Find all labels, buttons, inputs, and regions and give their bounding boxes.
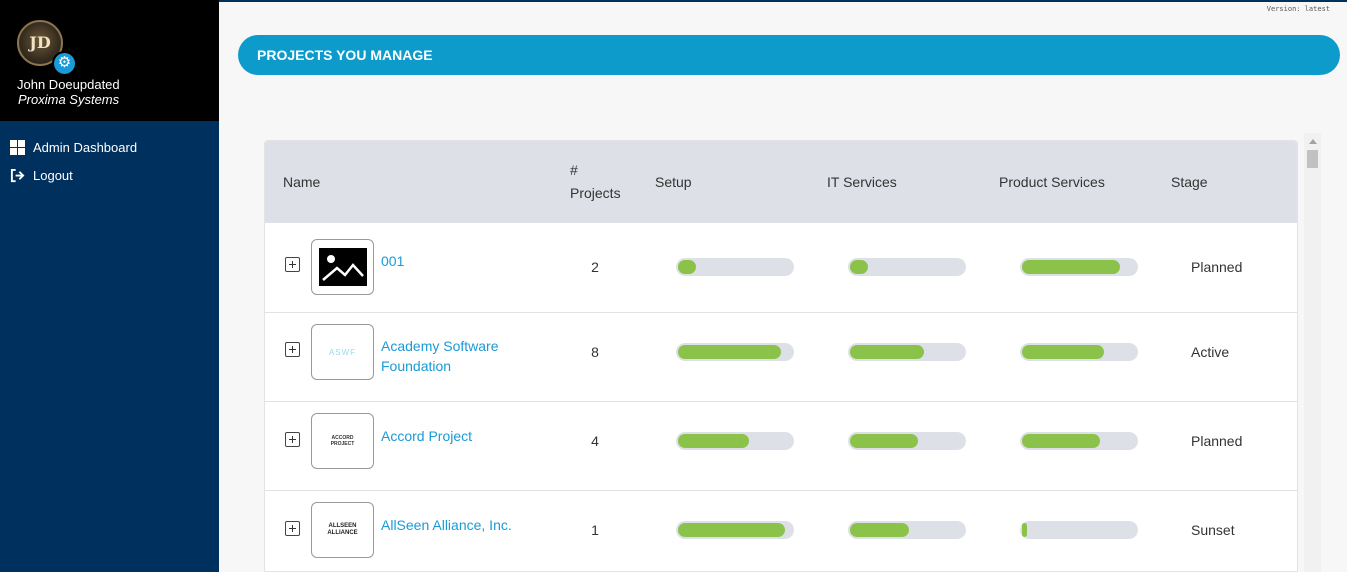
stage-label: Planned — [1191, 433, 1243, 449]
expand-row-icon[interactable] — [285, 432, 300, 447]
logout-icon — [10, 168, 25, 183]
column-header-projects-label: Projects — [570, 185, 621, 201]
stage-label: Active — [1191, 344, 1230, 360]
sidebar-item-logout[interactable]: Logout — [10, 168, 73, 183]
project-count: 2 — [591, 259, 599, 275]
project-logo: ALLSEEN ALLIANCE — [311, 502, 374, 558]
column-header-setup[interactable]: Setup — [655, 141, 692, 223]
column-header-stage[interactable]: Stage — [1171, 141, 1208, 223]
project-link[interactable]: Accord Project — [381, 426, 521, 446]
top-border — [219, 0, 1347, 2]
sidebar-item-label: Logout — [33, 168, 73, 183]
setup-progress-bar — [676, 521, 794, 539]
project-logo — [311, 239, 374, 295]
column-header-projects[interactable]: # Projects — [570, 141, 621, 223]
project-count: 4 — [591, 433, 599, 449]
expand-row-icon[interactable] — [285, 342, 300, 357]
setup-progress-bar — [676, 432, 794, 450]
allseen-alliance-logo: ALLSEEN ALLIANCE — [327, 523, 358, 536]
table-header: Name # Projects Setup IT Services Produc… — [265, 141, 1297, 223]
product-services-progress-bar — [1020, 258, 1138, 276]
product-services-progress-bar — [1020, 521, 1138, 539]
table-row: ASWF Academy Software Foundation 8 Activ… — [265, 313, 1297, 402]
stage-label: Planned — [1191, 259, 1243, 275]
it-services-progress-bar — [848, 432, 966, 450]
projects-table: Name # Projects Setup IT Services Produc… — [264, 140, 1298, 572]
gear-icon[interactable]: ⚙ — [52, 51, 77, 76]
column-header-name[interactable]: Name — [283, 141, 320, 223]
project-link[interactable]: Academy Software Foundation — [381, 336, 521, 376]
sidebar: JD ⚙ John Doeupdated Proxima Systems Adm… — [0, 0, 219, 572]
table-row: ALLSEEN ALLIANCE AllSeen Alliance, Inc. … — [265, 491, 1297, 571]
expand-row-icon[interactable] — [285, 521, 300, 536]
project-count: 8 — [591, 344, 599, 360]
project-logo: ACCORD PROJECT — [311, 413, 374, 469]
setup-progress-bar — [676, 343, 794, 361]
table-row: 001 2 Planned — [265, 223, 1297, 313]
scrollbar[interactable] — [1304, 133, 1321, 572]
user-organization: Proxima Systems — [18, 92, 120, 107]
version-label: Version: latest — [1266, 5, 1330, 13]
scroll-thumb[interactable] — [1307, 150, 1318, 168]
column-header-projects-hash: # — [570, 162, 578, 178]
product-services-progress-bar — [1020, 343, 1138, 361]
it-services-progress-bar — [848, 521, 966, 539]
image-placeholder-icon — [318, 248, 367, 286]
sidebar-item-admin-dashboard[interactable]: Admin Dashboard — [10, 140, 137, 155]
sidebar-item-label: Admin Dashboard — [33, 140, 138, 155]
scroll-up-arrow-icon[interactable] — [1309, 139, 1317, 144]
project-link[interactable]: 001 — [381, 251, 521, 271]
column-header-it-services[interactable]: IT Services — [827, 141, 897, 223]
expand-row-icon[interactable] — [285, 257, 300, 272]
project-link[interactable]: AllSeen Alliance, Inc. — [381, 515, 521, 535]
project-logo: ASWF — [311, 324, 374, 380]
product-services-progress-bar — [1020, 432, 1138, 450]
stage-label: Sunset — [1191, 522, 1235, 538]
table-row: ACCORD PROJECT Accord Project 4 Planned — [265, 402, 1297, 491]
aswf-logo: ASWF — [328, 347, 357, 357]
it-services-progress-bar — [848, 343, 966, 361]
it-services-progress-bar — [848, 258, 966, 276]
column-header-product-services[interactable]: Product Services — [999, 141, 1105, 223]
setup-progress-bar — [676, 258, 794, 276]
page-title-banner: PROJECTS YOU MANAGE — [238, 35, 1340, 75]
accord-project-logo: ACCORD PROJECT — [330, 435, 355, 447]
project-count: 1 — [591, 522, 599, 538]
user-name: John Doeupdated — [17, 77, 120, 92]
profile-panel: JD ⚙ John Doeupdated Proxima Systems — [0, 0, 219, 121]
dashboard-icon — [10, 140, 25, 155]
